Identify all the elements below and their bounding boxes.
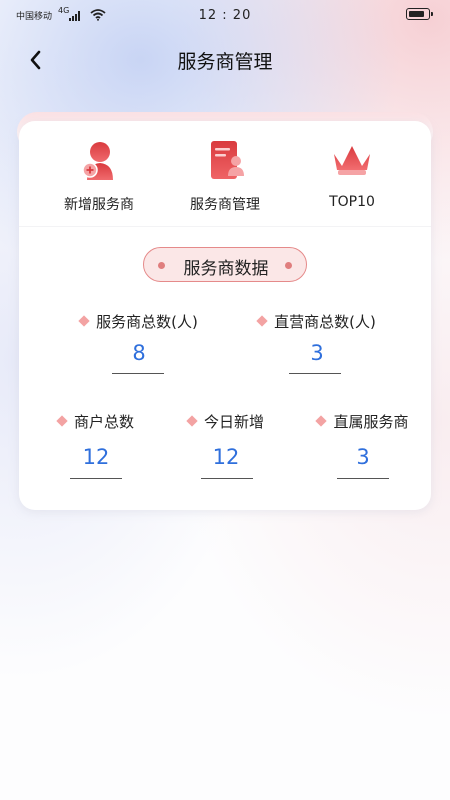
diamond-icon xyxy=(315,415,328,427)
nav-bar: 服务商管理 xyxy=(0,40,450,80)
stat-direct-provider: 直属服务商 3 xyxy=(301,411,425,481)
stat-value: 3 xyxy=(356,445,370,469)
stat-label: 直属服务商 xyxy=(301,411,425,432)
stat-label: 今日新增 xyxy=(171,411,281,432)
clock: 12 : 20 xyxy=(198,8,252,23)
crown-icon xyxy=(334,146,370,175)
status-bar: 中国移动 4G 12 : 20 xyxy=(0,0,450,32)
page-title: 服务商管理 xyxy=(177,51,273,73)
section-title-badge: 服务商数据 xyxy=(143,247,307,282)
stat-today-new: 今日新增 12 xyxy=(171,411,281,481)
main-card: 新增服务商 服务商管理 TOP10 服务商数据 服务商总数(人) 8 直营商总数… xyxy=(19,121,431,510)
stat-value: 12 xyxy=(212,445,240,469)
section-title: 服务商数据 xyxy=(183,259,269,279)
stat-label: 直营商总数(人) xyxy=(237,311,397,332)
add-provider-button[interactable]: 新增服务商 xyxy=(34,136,164,216)
value-underline xyxy=(70,478,122,479)
stat-provider-total: 服务商总数(人) 8 xyxy=(59,311,219,381)
diamond-icon xyxy=(56,415,68,427)
document-user-icon xyxy=(211,141,244,179)
stat-value: 12 xyxy=(82,445,110,469)
add-user-icon xyxy=(82,142,113,180)
provider-management-button[interactable]: 服务商管理 xyxy=(160,136,290,216)
stat-value: 3 xyxy=(310,341,324,365)
add-provider-label: 新增服务商 xyxy=(64,197,134,213)
diamond-icon xyxy=(78,315,90,327)
stat-label: 服务商总数(人) xyxy=(59,311,219,332)
diamond-icon xyxy=(256,315,268,327)
provider-management-label: 服务商管理 xyxy=(190,197,260,213)
dot-right xyxy=(285,262,292,269)
top10-button[interactable]: TOP10 xyxy=(287,136,417,216)
value-underline xyxy=(112,373,164,374)
stat-value: 8 xyxy=(132,341,146,365)
stat-direct-total: 直营商总数(人) 3 xyxy=(237,311,397,381)
stat-label: 商户总数 xyxy=(41,411,151,432)
top10-label: TOP10 xyxy=(329,194,375,210)
diamond-icon xyxy=(186,415,198,427)
quick-actions: 新增服务商 服务商管理 TOP10 xyxy=(19,121,431,227)
battery-icon xyxy=(406,8,433,20)
value-underline xyxy=(201,478,253,479)
value-underline xyxy=(289,373,341,374)
stat-merchant-total: 商户总数 12 xyxy=(41,411,151,481)
value-underline xyxy=(337,478,389,479)
